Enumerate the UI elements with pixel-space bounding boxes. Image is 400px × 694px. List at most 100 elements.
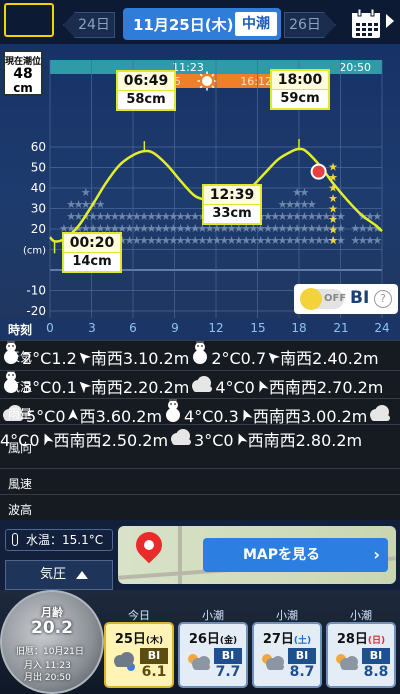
sun-cloud-icon [333,652,359,672]
top-nav-bar: 24日 11月25日(木) 中潮 26日 [0,0,400,44]
callout-height: 59cm [280,91,320,106]
y-tick-label: -10 [26,284,46,298]
day-column: 今日 25日(木) BI 6.1 [104,590,174,694]
time-tick: 0 [46,321,54,335]
bi-value: 8.7 [289,664,315,680]
bi-badge: BI [214,648,242,664]
y-tick-label: 20 [31,222,46,236]
y-tick-label: (cm) [23,246,46,257]
row-label: 天気 [8,350,33,364]
pressure-tab[interactable]: 気圧 [5,560,113,590]
toggle-state: OFF [324,293,347,304]
sun-icon [202,76,212,86]
y-tick-label: 60 [31,140,46,154]
bi-badge: BI [362,648,390,664]
high-tide-callout-1: 06:49 58cm [116,70,176,111]
row-label: 気温 [8,380,33,394]
y-tick-label: 50 [31,161,46,175]
day-of-week: (木) [145,636,164,646]
callout-height: 33cm [212,206,252,221]
row-label: 風速 [8,477,33,491]
time-tick: 18 [291,321,307,335]
y-tick-label: 30 [31,202,46,216]
y-tick-label: 40 [31,181,46,195]
time-tick: 9 [171,321,179,335]
weather-table: 天気 気温 雨量 風向 風速 波高 2°C1.2 南西3.10.2m 2°C0.7 南… [0,340,400,520]
bi-star-icon: ★ [372,210,382,223]
prev-day-button[interactable]: 24日 [63,12,115,38]
time-tick: 12 [208,321,224,335]
moon-info: 月齢 20.2 旧暦：10月21日 月入 11:23 月出 20:50 [0,590,104,694]
time-tick: 24 [374,321,390,335]
map-pin-icon [130,526,168,564]
app-logo-slot[interactable] [4,3,54,37]
high-tide-callout-2: 18:00 59cm [270,69,330,110]
moonrise-label: 20:50 [339,61,371,74]
time-tick: 15 [250,321,266,335]
current-level-value: 48 [13,66,33,82]
callout-time: 00:20 [64,234,120,253]
day-of-week: (日) [367,636,386,646]
low-tide-callout-2: 00:20 14cm [62,232,122,273]
tide-chart-svg: 11:23 20:5016:125-20-10(cm)2030405060★★★★… [23,60,383,318]
toggle-knob [300,288,322,310]
bi-value: 8.8 [363,664,389,680]
current-level-unit: cm [13,81,33,95]
water-temp-value: 水温：15.1°C [26,533,104,547]
day-card[interactable]: 27日(土) BI 8.7 [252,622,322,688]
bottom-day-strip: 月齢 20.2 旧暦：10月21日 月入 11:23 月出 20:50 今日 25… [0,590,400,694]
wind-speed-row: 風速 [0,468,400,494]
day-card[interactable]: 25日(木) BI 6.1 [104,622,174,688]
day-date-number: 27日 [262,632,294,647]
bi-star-icon: ★ [372,234,382,247]
day-date-number: 26日 [188,632,220,647]
day-card[interactable]: 28日(日) BI 8.8 [326,622,396,688]
sunset-label: 16:12 [240,75,272,88]
day-column: 小潮 27日(土) BI 8.7 [252,590,322,694]
sun-cloud-icon [259,652,285,672]
forward-arrow-icon[interactable] [386,14,394,28]
day-caption: 小潮 [276,609,298,622]
current-position-marker [310,163,327,180]
current-date-tab[interactable]: 11月25日(木) 中潮 [123,8,281,40]
row-label: 波高 [8,503,33,517]
day-column: 小潮 26日(金) BI 7.7 [178,590,248,694]
bi-label: BI [350,288,370,308]
callout-height: 14cm [72,254,112,269]
wave-height-row: 波高 [0,494,400,520]
water-temperature: 水温：15.1°C [5,529,113,551]
help-icon[interactable]: ? [374,290,392,308]
calendar-icon[interactable] [350,8,382,40]
pressure-label: 気圧 [40,567,67,582]
callout-time: 12:39 [204,186,260,205]
moonset-label: 11:23 [172,61,204,74]
current-level-box: 現在潮位 48 cm [3,50,43,96]
bi-toggle[interactable]: OFF BI ? [294,284,398,314]
next-day-button[interactable]: 26日 [284,12,336,38]
sun-cloud-icon [185,652,211,672]
callout-time: 18:00 [272,71,328,90]
moonrise-time: 月出 20:50 [24,673,71,683]
day-date-number: 25日 [114,632,146,647]
map-button[interactable]: MAPを見る › [118,526,396,584]
map-road [178,526,182,584]
time-tick: 6 [129,321,137,335]
rainfall-row: 雨量 [0,398,400,424]
day-caption: 小潮 [202,609,224,622]
toggle-switch[interactable]: OFF [300,288,347,310]
current-date-label: 11月25日(木) [133,16,234,34]
day-card[interactable]: 26日(金) BI 7.7 [178,622,248,688]
day-caption: 小潮 [350,609,372,622]
day-column: 小潮 28日(日) BI 8.8 [326,590,396,694]
snow-cloud-icon [111,652,137,672]
lunar-date: 旧暦：10月21日 [16,647,84,657]
low-tide-callout-1: 12:39 33cm [202,184,262,225]
day-date: 27日(土) [254,628,320,647]
day-date: 26日(金) [180,628,246,647]
info-strip: 水温：15.1°C 気圧 MAPを見る › [0,520,400,590]
time-tick: 21 [333,321,349,335]
y-tick-label: -20 [26,304,46,318]
day-date: 28日(日) [328,628,394,647]
callout-height: 58cm [126,92,166,107]
map-button-label: MAPを見る › [203,538,388,572]
